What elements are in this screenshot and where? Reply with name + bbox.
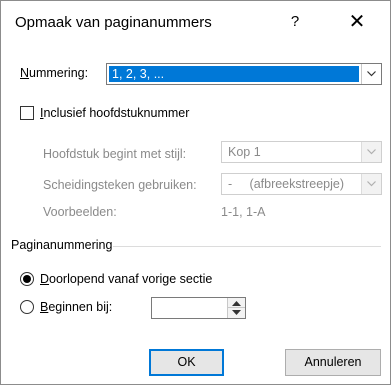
start-at-label[interactable]: Beginnen bij: <box>40 300 112 314</box>
help-button[interactable]: ? <box>284 11 306 33</box>
examples-label: Voorbeelden: <box>43 205 117 219</box>
title-bar: Opmaak van paginanummers ? ✕ <box>1 1 390 43</box>
close-button[interactable]: ✕ <box>344 10 370 34</box>
triangle-down-icon <box>232 310 241 315</box>
examples-value: 1-1, 1-A <box>221 205 266 219</box>
start-at-spinner[interactable] <box>151 297 246 319</box>
spin-up-button[interactable] <box>228 298 245 308</box>
continue-radio[interactable] <box>20 272 34 286</box>
numbering-format-value: 1, 2, 3, ... <box>109 66 359 82</box>
separator-select[interactable]: - (afbreekstreepje) <box>221 173 382 195</box>
start-at-radio[interactable] <box>20 300 34 314</box>
chevron-down-icon <box>367 71 376 77</box>
separator-value: - (afbreekstreepje) <box>228 177 345 191</box>
close-icon: ✕ <box>348 11 366 33</box>
page-number-format-dialog: Opmaak van paginanummers ? ✕ Nummering: … <box>0 0 391 385</box>
ok-button[interactable]: OK <box>149 349 224 376</box>
numbering-format-select[interactable]: 1, 2, 3, ... <box>106 63 382 85</box>
numbering-label: Nummering: <box>20 66 89 80</box>
include-chapter-checkbox[interactable] <box>20 106 34 120</box>
radio-selected-dot <box>23 275 31 283</box>
spinner-buttons <box>227 298 245 318</box>
chapter-style-label: Hoofdstuk begint met stijl: <box>43 147 187 161</box>
chapter-style-value: Kop 1 <box>228 145 261 159</box>
separator-dropdown-button[interactable] <box>361 174 381 194</box>
triangle-up-icon <box>232 301 241 306</box>
continue-label[interactable]: Doorlopend vanaf vorige sectie <box>40 272 212 286</box>
chevron-down-icon <box>367 149 376 155</box>
separator-label: Scheidingsteken gebruiken: <box>43 178 197 192</box>
dialog-title: Opmaak van paginanummers <box>15 14 212 31</box>
chapter-style-dropdown-button[interactable] <box>361 142 381 162</box>
include-chapter-label[interactable]: Inclusief hoofdstuknummer <box>40 106 189 120</box>
numbering-dropdown-button[interactable] <box>361 64 381 84</box>
chapter-style-select[interactable]: Kop 1 <box>221 141 382 163</box>
group-divider <box>113 246 381 247</box>
page-numbering-group-title: Paginanummering <box>11 238 113 252</box>
spin-down-button[interactable] <box>228 308 245 318</box>
cancel-button[interactable]: Annuleren <box>285 349 381 376</box>
chevron-down-icon <box>367 181 376 187</box>
